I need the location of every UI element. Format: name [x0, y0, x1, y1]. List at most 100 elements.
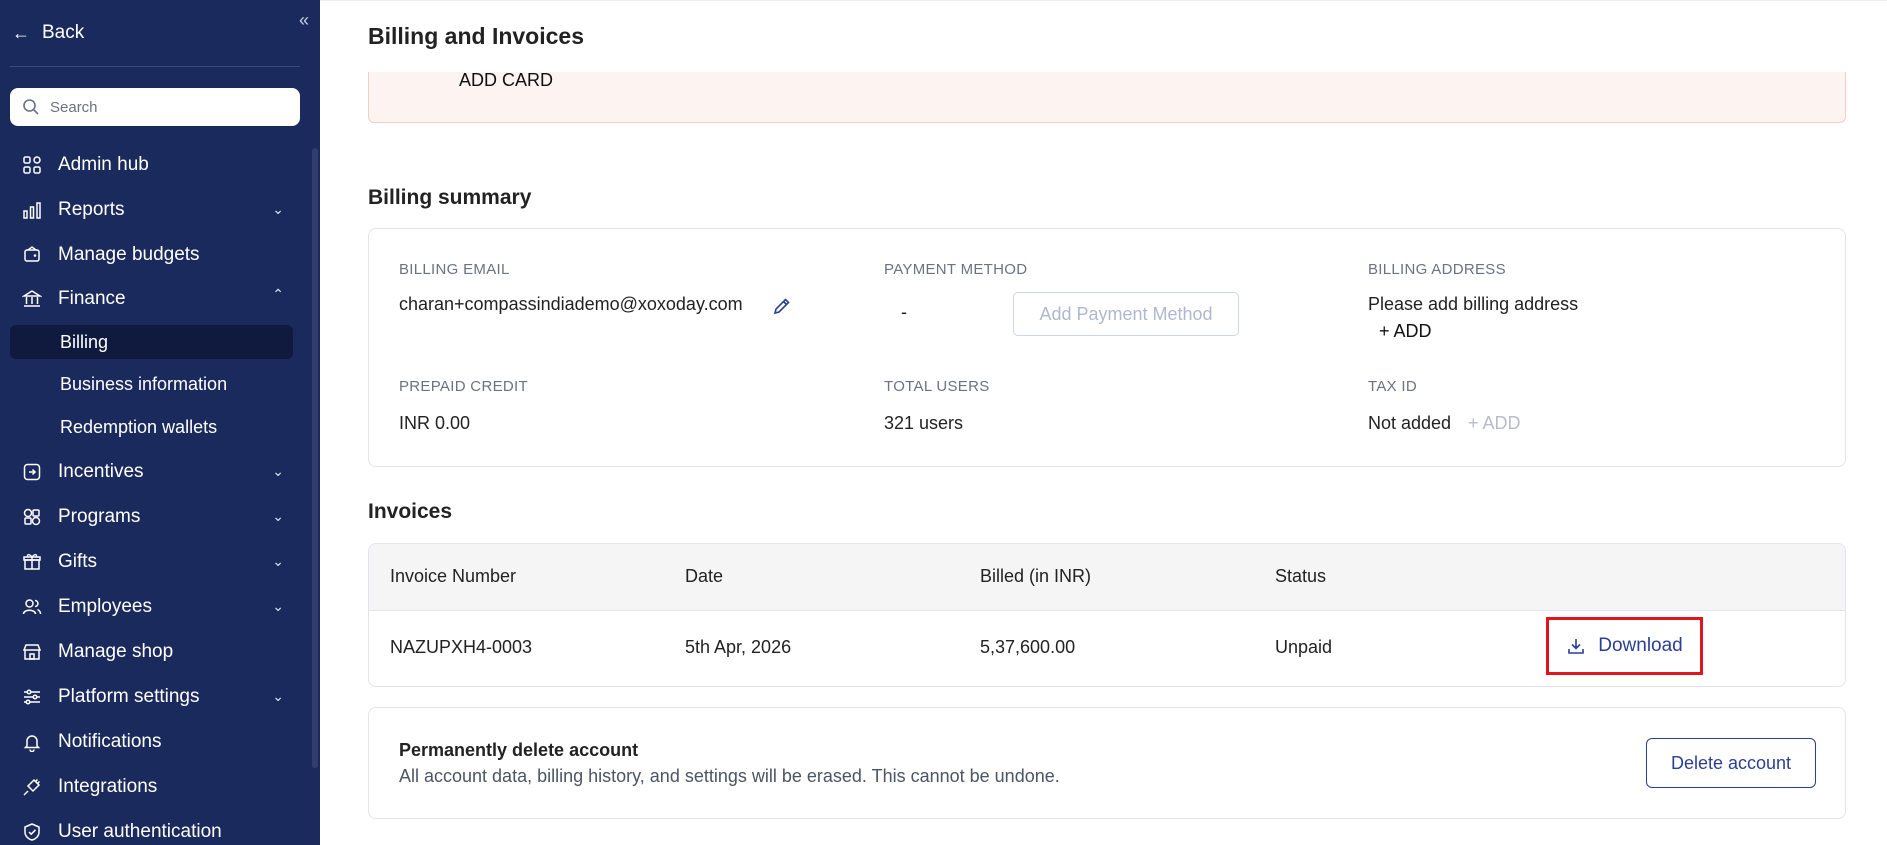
total-users-value: 321 users — [884, 413, 964, 433]
bell-icon — [20, 730, 44, 754]
sidebar-subitem-billing[interactable]: Billing — [10, 325, 293, 359]
billing-email-value: charan+compassindiademo@xoxoday.com — [399, 294, 743, 314]
payment-alert: ADD CARD — [368, 70, 1846, 123]
payment-method-value: - — [901, 302, 907, 322]
sidebar-item-manage-budgets[interactable]: Manage budgets — [10, 238, 300, 272]
incentive-icon — [20, 460, 44, 484]
download-icon — [1568, 639, 1585, 654]
back-button[interactable]: ← Back — [12, 20, 84, 46]
delete-account-title: Permanently delete account — [399, 740, 639, 760]
delete-account-description: All account data, billing history, and s… — [399, 766, 1060, 786]
bank-icon — [20, 287, 44, 311]
sidebar-item-finance[interactable]: Finance ⌃ — [10, 282, 300, 316]
back-label: Back — [42, 22, 85, 43]
billing-address-value: Please add billing address — [1368, 294, 1579, 314]
sidebar-subitem-label: Redemption wallets — [60, 416, 218, 437]
sidebar-item-employees[interactable]: Employees ⌄ — [10, 590, 300, 624]
budget-icon — [20, 243, 44, 267]
search-box[interactable] — [10, 88, 300, 126]
billing-summary-title: Billing summary — [368, 186, 532, 209]
sidebar-item-admin-hub[interactable]: Admin hub — [10, 148, 300, 182]
page-header: Billing and Invoices — [320, 0, 1887, 72]
add-payment-method-button[interactable]: Add Payment Method — [1013, 292, 1239, 336]
tax-id-label: TAX ID — [1368, 378, 1418, 395]
delete-account-card: Permanently delete account All account d… — [368, 707, 1846, 819]
invoice-billed: 5,37,600.00 — [980, 637, 1076, 657]
sidebar-item-gifts[interactable]: Gifts ⌄ — [10, 545, 300, 579]
shield-icon — [20, 820, 44, 844]
invoices-title: Invoices — [368, 500, 453, 523]
sidebar-item-platform-settings[interactable]: Platform settings ⌄ — [10, 680, 300, 714]
chevron-down-icon: ⌄ — [272, 598, 284, 614]
sidebar-item-incentives[interactable]: Incentives ⌄ — [10, 455, 300, 489]
invoices-table: Invoice Number Date Billed (in INR) Stat… — [368, 543, 1846, 687]
chevron-down-icon: ⌄ — [272, 688, 284, 704]
chevron-down-icon: ⌄ — [272, 201, 284, 217]
search-input[interactable] — [50, 98, 270, 116]
sidebar-item-integrations[interactable]: Integrations — [10, 770, 300, 804]
sidebar-item-programs[interactable]: Programs ⌄ — [10, 500, 300, 534]
grid-icon — [20, 153, 44, 177]
invoice-date: 5th Apr, 2026 — [685, 637, 792, 657]
billing-summary-card: BILLING EMAIL charan+compassindiademo@xo… — [368, 228, 1846, 467]
tax-id-value: Not added — [1368, 413, 1452, 433]
sidebar-item-label: Reports — [58, 199, 125, 220]
sidebar-subitem-redemption-wallets[interactable]: Redemption wallets — [10, 410, 293, 444]
sidebar-subitem-label: Business information — [60, 373, 228, 394]
prepaid-credit-label: PREPAID CREDIT — [399, 378, 528, 395]
add-tax-id-link[interactable]: + ADD — [1468, 413, 1521, 434]
download-button[interactable]: Download — [1546, 617, 1703, 675]
sidebar-item-label: Gifts — [58, 551, 98, 572]
sidebar-item-label: Incentives — [58, 461, 144, 482]
column-header: Status — [1275, 566, 1327, 586]
sidebar-item-label: Finance — [58, 288, 126, 309]
add-card-link[interactable]: ADD CARD — [459, 70, 553, 91]
sliders-icon — [20, 685, 44, 709]
delete-account-button[interactable]: Delete account — [1646, 738, 1816, 788]
edit-icon[interactable] — [772, 296, 792, 316]
invoice-status: Unpaid — [1275, 637, 1333, 657]
column-header: Billed (in INR) — [980, 566, 1092, 586]
payment-method-label: PAYMENT METHOD — [884, 261, 1028, 278]
search-icon — [23, 99, 39, 115]
programs-icon — [20, 505, 44, 529]
collapse-sidebar-icon[interactable]: « — [292, 8, 316, 32]
download-label: Download — [1598, 635, 1683, 656]
sidebar-subitem-label: Billing — [60, 331, 109, 352]
plug-icon — [20, 775, 44, 799]
sidebar-item-label: Manage budgets — [58, 244, 200, 265]
chevron-up-icon: ⌃ — [272, 286, 284, 302]
chart-icon — [20, 198, 44, 222]
sidebar-item-label: Admin hub — [58, 154, 149, 175]
sidebar-item-user-authentication[interactable]: User authentication — [10, 815, 300, 845]
prepaid-credit-value: INR 0.00 — [399, 413, 471, 433]
shop-icon — [20, 640, 44, 664]
page-title: Billing and Invoices — [368, 23, 584, 49]
billing-email-label: BILLING EMAIL — [399, 261, 510, 278]
sidebar-divider — [10, 66, 300, 67]
table-header: Invoice Number Date Billed (in INR) Stat… — [369, 544, 1845, 611]
sidebar-item-label: Notifications — [58, 731, 162, 752]
invoice-number: NAZUPXH4-0003 — [390, 637, 533, 657]
sidebar-subitem-business-information[interactable]: Business information — [10, 367, 293, 401]
main-content: ADD CARD Billing and Invoices Billing su… — [320, 0, 1887, 845]
gift-icon — [20, 550, 44, 574]
sidebar: « ← Back Admin hub Reports ⌄ Manage budg… — [0, 0, 320, 845]
chevron-down-icon: ⌄ — [272, 508, 284, 524]
sidebar-item-label: Platform settings — [58, 686, 200, 707]
sidebar-item-label: Integrations — [58, 776, 158, 797]
column-header: Invoice Number — [390, 566, 517, 586]
arrow-left-icon: ← — [12, 22, 30, 43]
total-users-label: TOTAL USERS — [884, 378, 990, 395]
add-billing-address-link[interactable]: + ADD — [1379, 321, 1432, 342]
sidebar-item-label: User authentication — [58, 821, 222, 842]
sidebar-scrollbar[interactable] — [312, 148, 318, 768]
sidebar-item-notifications[interactable]: Notifications — [10, 725, 300, 759]
chevron-down-icon: ⌄ — [272, 463, 284, 479]
sidebar-item-label: Employees — [58, 596, 152, 617]
sidebar-item-manage-shop[interactable]: Manage shop — [10, 635, 300, 669]
billing-address-label: BILLING ADDRESS — [1368, 261, 1506, 278]
column-header: Date — [685, 566, 724, 586]
chevron-down-icon: ⌄ — [272, 553, 284, 569]
sidebar-item-reports[interactable]: Reports ⌄ — [10, 193, 300, 227]
